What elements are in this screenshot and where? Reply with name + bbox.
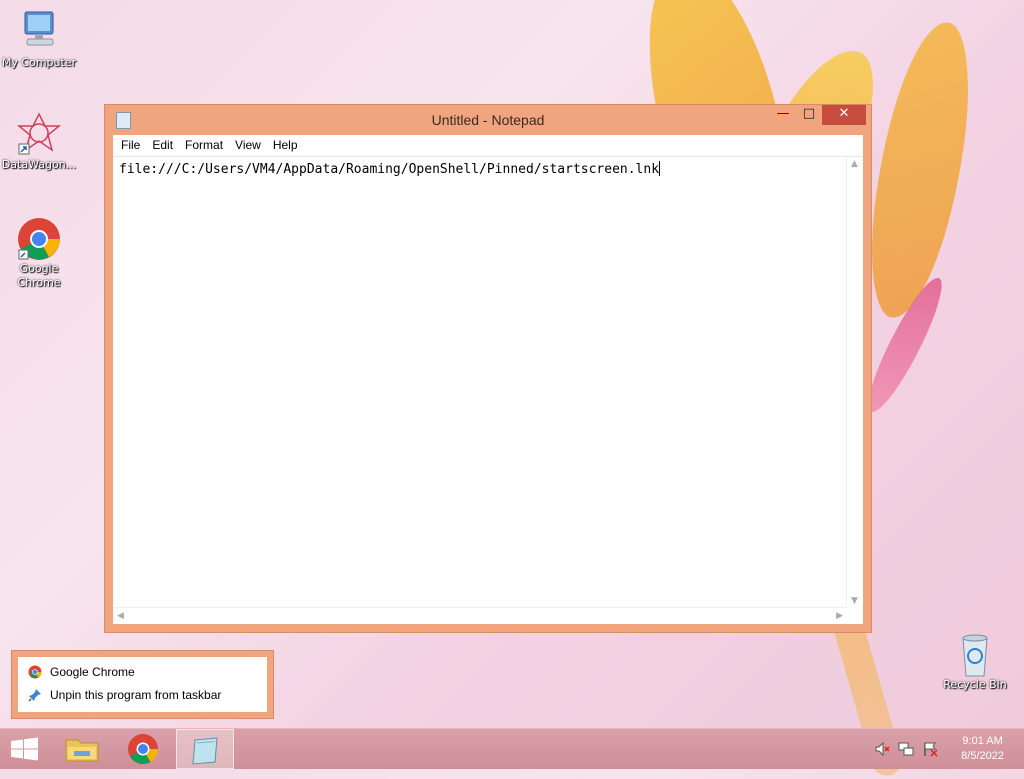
vertical-scrollbar[interactable]: ▲ ▼ [846, 157, 863, 608]
taskbar-google-chrome[interactable] [114, 729, 172, 769]
menu-bar: File Edit Format View Help [113, 135, 863, 157]
windows-logo-icon [11, 737, 38, 761]
notepad-client: File Edit Format View Help file:///C:/Us… [113, 135, 863, 624]
folder-icon [65, 739, 99, 762]
chrome-icon [15, 216, 63, 260]
desktop-icon-label: Recycle Bin [943, 678, 1007, 691]
scroll-left-icon[interactable]: ◀ [117, 611, 124, 621]
notepad-icon [192, 737, 218, 765]
desktop-icon-my-computer[interactable]: My Computer [1, 10, 77, 70]
menu-help[interactable]: Help [267, 135, 304, 156]
chrome-icon [28, 665, 42, 678]
desktop-icon-google-chrome[interactable]: Google Chrome [1, 216, 77, 290]
text-caret [659, 161, 661, 176]
jumplist-label: Google Chrome [50, 664, 135, 679]
minimize-button[interactable]: — [770, 105, 796, 125]
desktop-icon-recycle-bin[interactable]: Recycle Bin [937, 632, 1013, 692]
jumplist-item-unpin[interactable]: Unpin this program from taskbar [28, 683, 257, 706]
desktop-icon-label: My Computer [1, 56, 77, 69]
editor-content: file:///C:/Users/VM4/AppData/Roaming/Ope… [119, 162, 660, 177]
taskbar: 9:01 AM 8/5/2022 [0, 728, 1024, 769]
wallpaper-petal [859, 15, 981, 325]
unpin-icon [28, 688, 41, 702]
recycle-bin-icon [951, 632, 999, 677]
action-center-icon[interactable] [922, 741, 938, 757]
menu-view[interactable]: View [229, 135, 267, 156]
scroll-right-icon[interactable]: ▶ [836, 611, 843, 621]
taskbar-file-explorer[interactable] [54, 729, 112, 769]
menu-file[interactable]: File [115, 135, 146, 156]
scroll-down-icon[interactable]: ▼ [851, 596, 858, 606]
taskbar-notepad[interactable] [176, 729, 234, 769]
jumplist-label: Unpin this program from taskbar [50, 687, 222, 702]
jumplist-item-google-chrome[interactable]: Google Chrome [28, 660, 257, 683]
notepad-window: Untitled - Notepad — □ ✕ File Edit Forma… [104, 104, 872, 633]
system-clock[interactable]: 9:01 AM 8/5/2022 [961, 734, 1004, 764]
desktop-icon-label: Google Chrome [17, 262, 61, 289]
maximize-button[interactable]: □ [796, 105, 822, 125]
text-editor[interactable]: file:///C:/Users/VM4/AppData/Roaming/Ope… [113, 157, 847, 608]
desktop-icon-datawagon[interactable]: DataWagon... [1, 112, 77, 172]
clock-time: 9:01 AM [962, 735, 1003, 747]
chrome-icon [128, 734, 158, 765]
desktop-icon-label: DataWagon... [1, 158, 77, 171]
volume-muted-icon[interactable] [874, 741, 890, 757]
computer-icon [15, 10, 63, 54]
taskbar-jump-list: Google Chrome Unpin this program from ta… [11, 650, 274, 719]
menu-edit[interactable]: Edit [146, 135, 179, 156]
datawagon-icon [15, 112, 63, 156]
menu-format[interactable]: Format [179, 135, 229, 156]
title-bar[interactable]: Untitled - Notepad — □ ✕ [105, 105, 871, 135]
network-icon[interactable] [898, 741, 914, 757]
scroll-up-icon[interactable]: ▲ [851, 159, 858, 169]
horizontal-scrollbar[interactable]: ◀ ▶ [113, 607, 847, 624]
close-button[interactable]: ✕ [822, 105, 866, 125]
window-title: Untitled - Notepad [431, 112, 545, 128]
start-button[interactable] [0, 729, 58, 769]
clock-date: 8/5/2022 [961, 750, 1004, 762]
